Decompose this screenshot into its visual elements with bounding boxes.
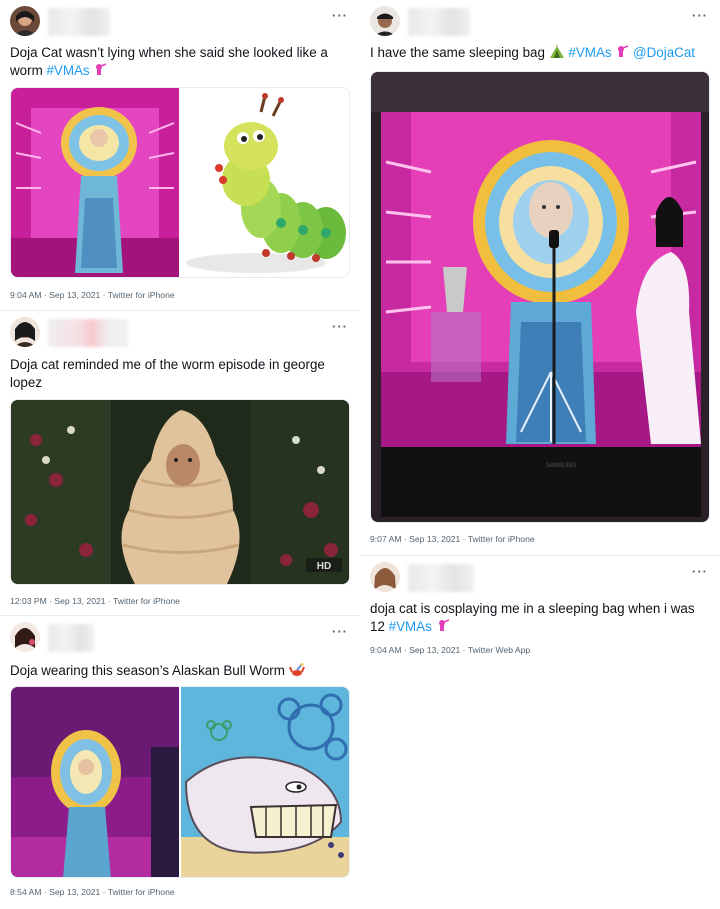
more-options-icon[interactable]: ···	[332, 8, 348, 23]
tweet-media[interactable]	[10, 87, 350, 278]
tweet-timestamp[interactable]: 9:04 AM · Sep 13, 2021 · Twitter Web App	[370, 645, 530, 655]
hd-badge: HD	[317, 561, 331, 572]
tweet-text: doja cat is cosplaying me in a sleeping …	[370, 601, 695, 634]
more-options-icon[interactable]: ···	[332, 624, 348, 639]
tweet-timestamp[interactable]: 9:04 AM · Sep 13, 2021 · Twitter for iPh…	[10, 290, 175, 300]
tweet-header: ···	[370, 562, 710, 592]
tweet-card[interactable]: ··· Doja cat reminded me of the worm epi…	[0, 311, 360, 616]
tweet-timestamp[interactable]: 9:07 AM · Sep 13, 2021 · Twitter for iPh…	[370, 534, 535, 544]
tweet-card[interactable]: ··· Doja wearing this season’s Alaskan B…	[0, 616, 360, 909]
avatar[interactable]	[370, 6, 400, 36]
tweet-text: Doja Cat wasn’t lying when she said she …	[10, 45, 328, 78]
tweet-text: Doja cat reminded me of the worm episode…	[10, 357, 325, 390]
tweet-timestamp[interactable]: 12:03 PM · Sep 13, 2021 · Twitter for iP…	[10, 596, 180, 606]
more-options-icon[interactable]: ···	[692, 564, 708, 579]
tweet-media[interactable]: HD	[10, 399, 350, 585]
vmas-astronaut-icon	[432, 619, 450, 634]
tweet-header: ···	[10, 622, 350, 652]
tweet-header: ···	[10, 6, 350, 36]
tweet-header: ···	[370, 6, 710, 36]
tweet-media[interactable]: SAMSUNG	[370, 71, 710, 523]
crab-icon	[288, 663, 305, 678]
vmas-astronaut-icon	[612, 45, 633, 60]
more-options-icon[interactable]: ···	[332, 319, 348, 334]
avatar[interactable]	[10, 622, 40, 652]
hashtag-link[interactable]: #VMAs	[568, 45, 611, 60]
avatar[interactable]	[10, 317, 40, 347]
mention-link[interactable]: @DojaCat	[633, 45, 695, 60]
hashtag-link[interactable]: #VMAs	[389, 619, 432, 634]
blurred-username	[48, 8, 110, 36]
avatar[interactable]	[370, 562, 400, 592]
tweet-media[interactable]	[10, 686, 350, 878]
blurred-username	[408, 564, 474, 592]
tweet-text: I have the same sleeping bag #VMAs @Doja…	[370, 45, 696, 60]
hashtag-link[interactable]: #VMAs	[46, 63, 89, 78]
tweet-card[interactable]: ··· doja cat is cosplaying me in a sleep…	[360, 556, 720, 666]
tv-brand-label: SAMSUNG	[546, 463, 577, 469]
avatar[interactable]	[10, 6, 40, 36]
tweet-card[interactable]: ··· I have the same sleeping bag #VMAs @…	[360, 0, 720, 556]
tweet-timestamp[interactable]: 8:54 AM · Sep 13, 2021 · Twitter for iPh…	[10, 887, 175, 897]
blurred-username	[408, 8, 470, 36]
tweet-text: Doja wearing this season’s Alaskan Bull …	[10, 662, 346, 680]
blurred-username	[48, 319, 128, 347]
more-options-icon[interactable]: ···	[692, 8, 708, 23]
vmas-astronaut-icon	[90, 63, 108, 78]
tweet-card[interactable]: ··· Doja Cat wasn’t lying when she said …	[0, 0, 360, 311]
tent-icon	[549, 45, 569, 60]
blurred-username	[48, 624, 94, 652]
tweet-header: ···	[10, 317, 350, 347]
